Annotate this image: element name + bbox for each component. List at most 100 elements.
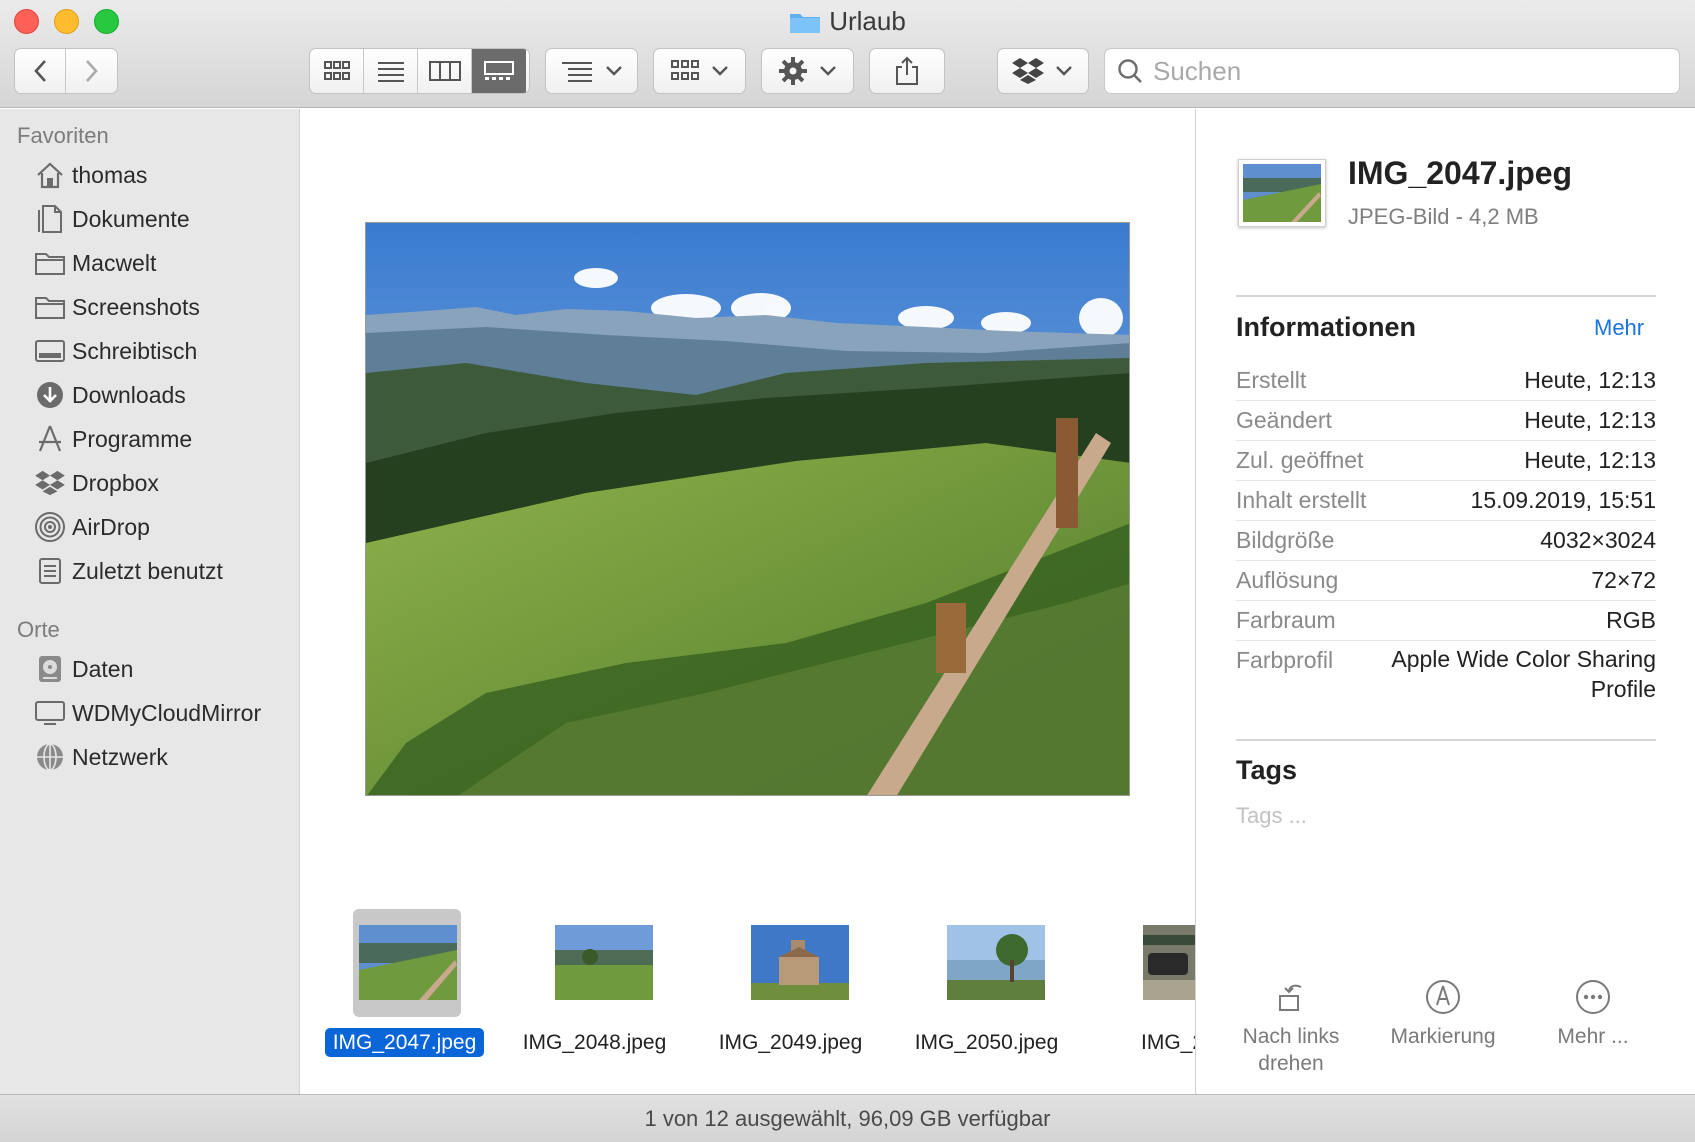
info-value: Heute, 12:13	[1524, 367, 1656, 393]
sidebar-item-daten[interactable]: Daten	[34, 649, 294, 689]
sidebar-item-screenshots[interactable]: Screenshots	[34, 287, 294, 327]
search-input[interactable]	[1153, 55, 1633, 87]
more-info-link[interactable]: Mehr	[1594, 315, 1644, 341]
network-icon	[34, 741, 66, 773]
action-label: Nach links	[1242, 1025, 1340, 1048]
inspector-panel: IMG_2047.jpeg JPEG-Bild - 4,2 MB Informa…	[1195, 109, 1695, 1094]
chevron-right-icon	[85, 60, 98, 82]
info-key: Geändert	[1236, 407, 1332, 433]
nav-buttons	[14, 48, 118, 94]
icon-view-button[interactable]	[310, 49, 364, 93]
sort-button[interactable]	[545, 48, 638, 94]
window-title-text: Urlaub	[829, 6, 906, 36]
action-label: Markierung	[1390, 1025, 1496, 1048]
group-button[interactable]	[653, 48, 746, 94]
info-key: Auflösung	[1236, 567, 1339, 593]
list-view-button[interactable]	[364, 49, 418, 93]
info-value: 4032×3024	[1540, 527, 1656, 553]
info-value: 15.09.2019, 15:51	[1470, 487, 1656, 513]
thumbnail-image	[555, 925, 653, 1000]
thumbnail-item[interactable]: IMG_20	[1085, 909, 1195, 1069]
column-view-button[interactable]	[418, 49, 472, 93]
sidebar-item-schreibtisch[interactable]: Schreibtisch	[34, 331, 294, 371]
search-icon	[1118, 59, 1142, 83]
applications-icon	[34, 423, 66, 455]
share-button[interactable]	[869, 48, 945, 94]
gallery-view-button[interactable]	[472, 49, 526, 93]
sidebar-item-label: Downloads	[72, 381, 186, 408]
thumbnail-label: IMG_2047.jpeg	[307, 1028, 502, 1057]
thumbnail-item[interactable]: IMG_2048.jpeg	[497, 909, 677, 1069]
sidebar-item-zuletzt-benutzt[interactable]: Zuletzt benutzt	[34, 551, 294, 591]
info-value: Apple Wide Color Sharing Profile	[1391, 646, 1656, 702]
columns-icon	[428, 61, 461, 81]
sidebar-item-thomas[interactable]: thomas	[34, 155, 294, 195]
thumbnail-item[interactable]: IMG_2047.jpeg	[301, 909, 485, 1069]
sidebar-item-label: Dokumente	[72, 205, 190, 232]
sidebar-item-airdrop[interactable]: AirDrop	[34, 507, 294, 547]
dropbox-button[interactable]	[997, 48, 1089, 94]
image-preview[interactable]	[365, 222, 1130, 796]
sidebar-item-label: Netzwerk	[72, 743, 168, 770]
gallery-icon	[484, 61, 514, 80]
rotate-left-icon	[1273, 979, 1309, 1015]
sidebar-item-dokumente[interactable]: Dokumente	[34, 199, 294, 239]
info-row: Auflösung 72×72	[1236, 561, 1656, 601]
folder-icon	[34, 247, 66, 279]
thumbnail-label-text: IMG_2050.jpeg	[914, 1031, 1059, 1054]
sidebar-heading-places: Orte	[17, 617, 60, 642]
info-value: 72×72	[1591, 567, 1656, 593]
dropbox-icon	[34, 467, 66, 499]
thumbnail-strip: IMG_2047.jpeg IMG_2048.jpeg IMG_2049.jpe…	[301, 909, 1195, 1069]
more-actions-button[interactable]: Mehr ...	[1518, 979, 1668, 1050]
back-button[interactable]	[15, 49, 67, 93]
info-key: Inhalt erstellt	[1236, 487, 1367, 513]
sidebar-item-netzwerk[interactable]: Netzwerk	[34, 737, 294, 777]
thumbnail-label-text: IMG_20	[1141, 1031, 1195, 1054]
inspector-thumbnail	[1238, 159, 1326, 227]
sort-lines-icon	[561, 62, 592, 82]
sidebar-heading-favorites: Favoriten	[17, 123, 109, 148]
recents-icon	[34, 555, 66, 587]
divider	[1236, 295, 1656, 297]
sidebar-item-dropbox[interactable]: Dropbox	[34, 463, 294, 503]
thumbnail-label-text: IMG_2049.jpeg	[718, 1031, 863, 1054]
info-value: RGB	[1606, 607, 1656, 633]
thumbnail-label-text: IMG_2048.jpeg	[522, 1031, 667, 1054]
sidebar-item-macwelt[interactable]: Macwelt	[34, 243, 294, 283]
thumbnail-label-text: IMG_2047.jpeg	[324, 1028, 485, 1057]
sidebar-item-wdmycloudmirror[interactable]: WDMyCloudMirror	[34, 693, 294, 733]
sidebar-item-downloads[interactable]: Downloads	[34, 375, 294, 415]
thumbnail-item[interactable]: IMG_2050.jpeg	[889, 909, 1069, 1069]
thumbnail-image	[359, 925, 457, 1000]
desktop-icon	[34, 335, 66, 367]
view-mode-selector	[309, 48, 530, 94]
chevron-down-icon	[819, 66, 836, 76]
airdrop-icon	[34, 511, 66, 543]
forward-button[interactable]	[66, 49, 117, 93]
thumbnail-item[interactable]: IMG_2049.jpeg	[693, 909, 873, 1069]
sidebar-item-programme[interactable]: Programme	[34, 419, 294, 459]
thumbnail-image	[1143, 925, 1195, 1000]
search-field[interactable]	[1104, 48, 1680, 94]
dropbox-icon	[1012, 58, 1044, 84]
action-menu-button[interactable]	[761, 48, 854, 94]
chevron-down-icon	[1056, 66, 1072, 76]
tags-input[interactable]: Tags ...	[1236, 803, 1307, 829]
status-text: 1 von 12 ausgewählt, 96,09 GB verfügbar	[644, 1105, 1051, 1131]
info-key: Farbprofil	[1236, 647, 1334, 673]
markup-button[interactable]: Markierung	[1368, 979, 1518, 1050]
thumbnail-image	[751, 925, 849, 1000]
chevron-down-icon	[605, 66, 622, 76]
thumbnail-label: IMG_2049.jpeg	[693, 1031, 888, 1055]
info-row: Farbraum RGB	[1236, 601, 1656, 641]
info-row: Bildgröße 4032×3024	[1236, 521, 1656, 561]
info-row: Farbprofil Apple Wide Color Sharing Profi…	[1236, 641, 1656, 721]
rotate-left-button[interactable]: Nach links drehen	[1216, 979, 1366, 1077]
sidebar-item-label: Zuletzt benutzt	[72, 557, 223, 584]
disk-icon	[34, 653, 66, 685]
document-icon	[34, 203, 66, 235]
action-label: drehen	[1258, 1052, 1324, 1075]
folder-icon	[34, 291, 66, 323]
sidebar-item-label: WDMyCloudMirror	[72, 699, 262, 726]
